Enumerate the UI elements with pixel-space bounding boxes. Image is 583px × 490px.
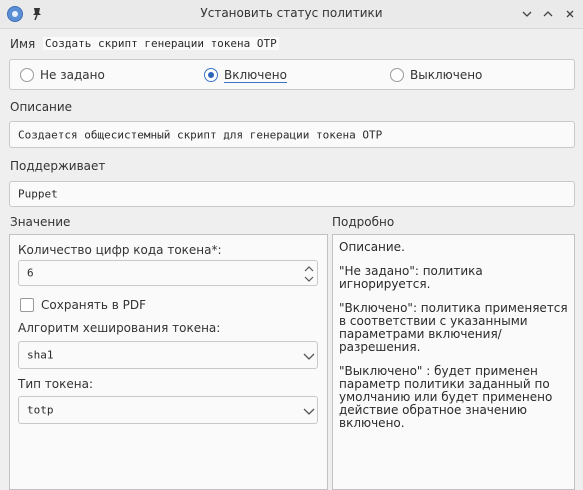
window-title: Установить статус политики — [200, 6, 383, 20]
value-section-label: Значение — [10, 215, 71, 229]
stepper-arrows-icon — [304, 266, 314, 282]
radio-disabled-label: Выключено — [410, 68, 483, 82]
description-field[interactable]: Создается общесистемный скрипт для генер… — [9, 121, 575, 148]
radio-enabled-label: Включено — [224, 68, 287, 83]
title-bar: Установить статус политики — [0, 0, 583, 29]
close-icon — [566, 10, 574, 18]
supported-label: Поддерживает — [10, 159, 106, 173]
supported-value: Puppet — [18, 187, 58, 201]
radio-indicator — [20, 68, 34, 82]
save-pdf-checkbox[interactable]: Сохранять в PDF — [20, 296, 220, 314]
chevron-down-icon — [303, 353, 315, 360]
radio-indicator — [204, 68, 218, 82]
details-text: Описание. "Не задано": политика игнориру… — [339, 241, 571, 441]
digits-stepper[interactable] — [303, 264, 315, 284]
chevron-down-icon — [303, 408, 315, 415]
radio-indicator — [390, 68, 404, 82]
details-paragraph: "Не задано": политика игнорируется. — [339, 264, 483, 291]
state-radio-group: Не задано Включено Выключено — [9, 59, 575, 90]
radio-not-set[interactable]: Не задано — [20, 67, 170, 85]
hash-select[interactable]: sha1 — [18, 341, 318, 369]
token-type-value: totp — [27, 403, 54, 417]
token-type-label: Тип токена: — [18, 377, 93, 391]
token-type-select[interactable]: totp — [18, 396, 318, 424]
chevron-down-icon — [522, 11, 532, 17]
supported-field[interactable]: Puppet — [9, 181, 575, 207]
details-panel: Описание. "Не задано": политика игнориру… — [332, 234, 575, 490]
radio-disabled[interactable]: Выключено — [390, 67, 540, 85]
details-section-label: Подробно — [332, 215, 395, 229]
hash-value: sha1 — [27, 348, 54, 362]
description-value: Создается общесистемный скрипт для генер… — [18, 128, 383, 141]
radio-enabled[interactable]: Включено — [204, 67, 354, 85]
digits-label: Количество цифр кода токена*: — [18, 243, 222, 257]
minimize-button[interactable] — [519, 5, 535, 23]
digits-spinbox[interactable]: 6 — [18, 260, 318, 286]
description-label: Описание — [10, 100, 73, 114]
save-pdf-label: Сохранять в PDF — [41, 298, 146, 312]
details-paragraph: "Включено": политика применяется в соотв… — [339, 301, 568, 354]
close-button[interactable] — [562, 5, 578, 23]
policy-name: Создать скрипт генерации токена OTP — [43, 37, 279, 50]
digits-value: 6 — [27, 266, 34, 280]
chevron-up-icon — [543, 11, 553, 17]
checkbox-box — [20, 298, 34, 312]
value-panel: Количество цифр кода токена*: 6 Сохранят… — [9, 234, 328, 490]
name-label: Имя — [10, 37, 36, 51]
hash-label: Алгоритм хеширования токена: — [18, 321, 221, 335]
maximize-button[interactable] — [540, 5, 556, 23]
radio-not-set-label: Не задано — [40, 68, 105, 82]
details-paragraph: "Выключено" : будет применен параметр по… — [339, 364, 553, 430]
details-paragraph: Описание. — [339, 240, 405, 254]
